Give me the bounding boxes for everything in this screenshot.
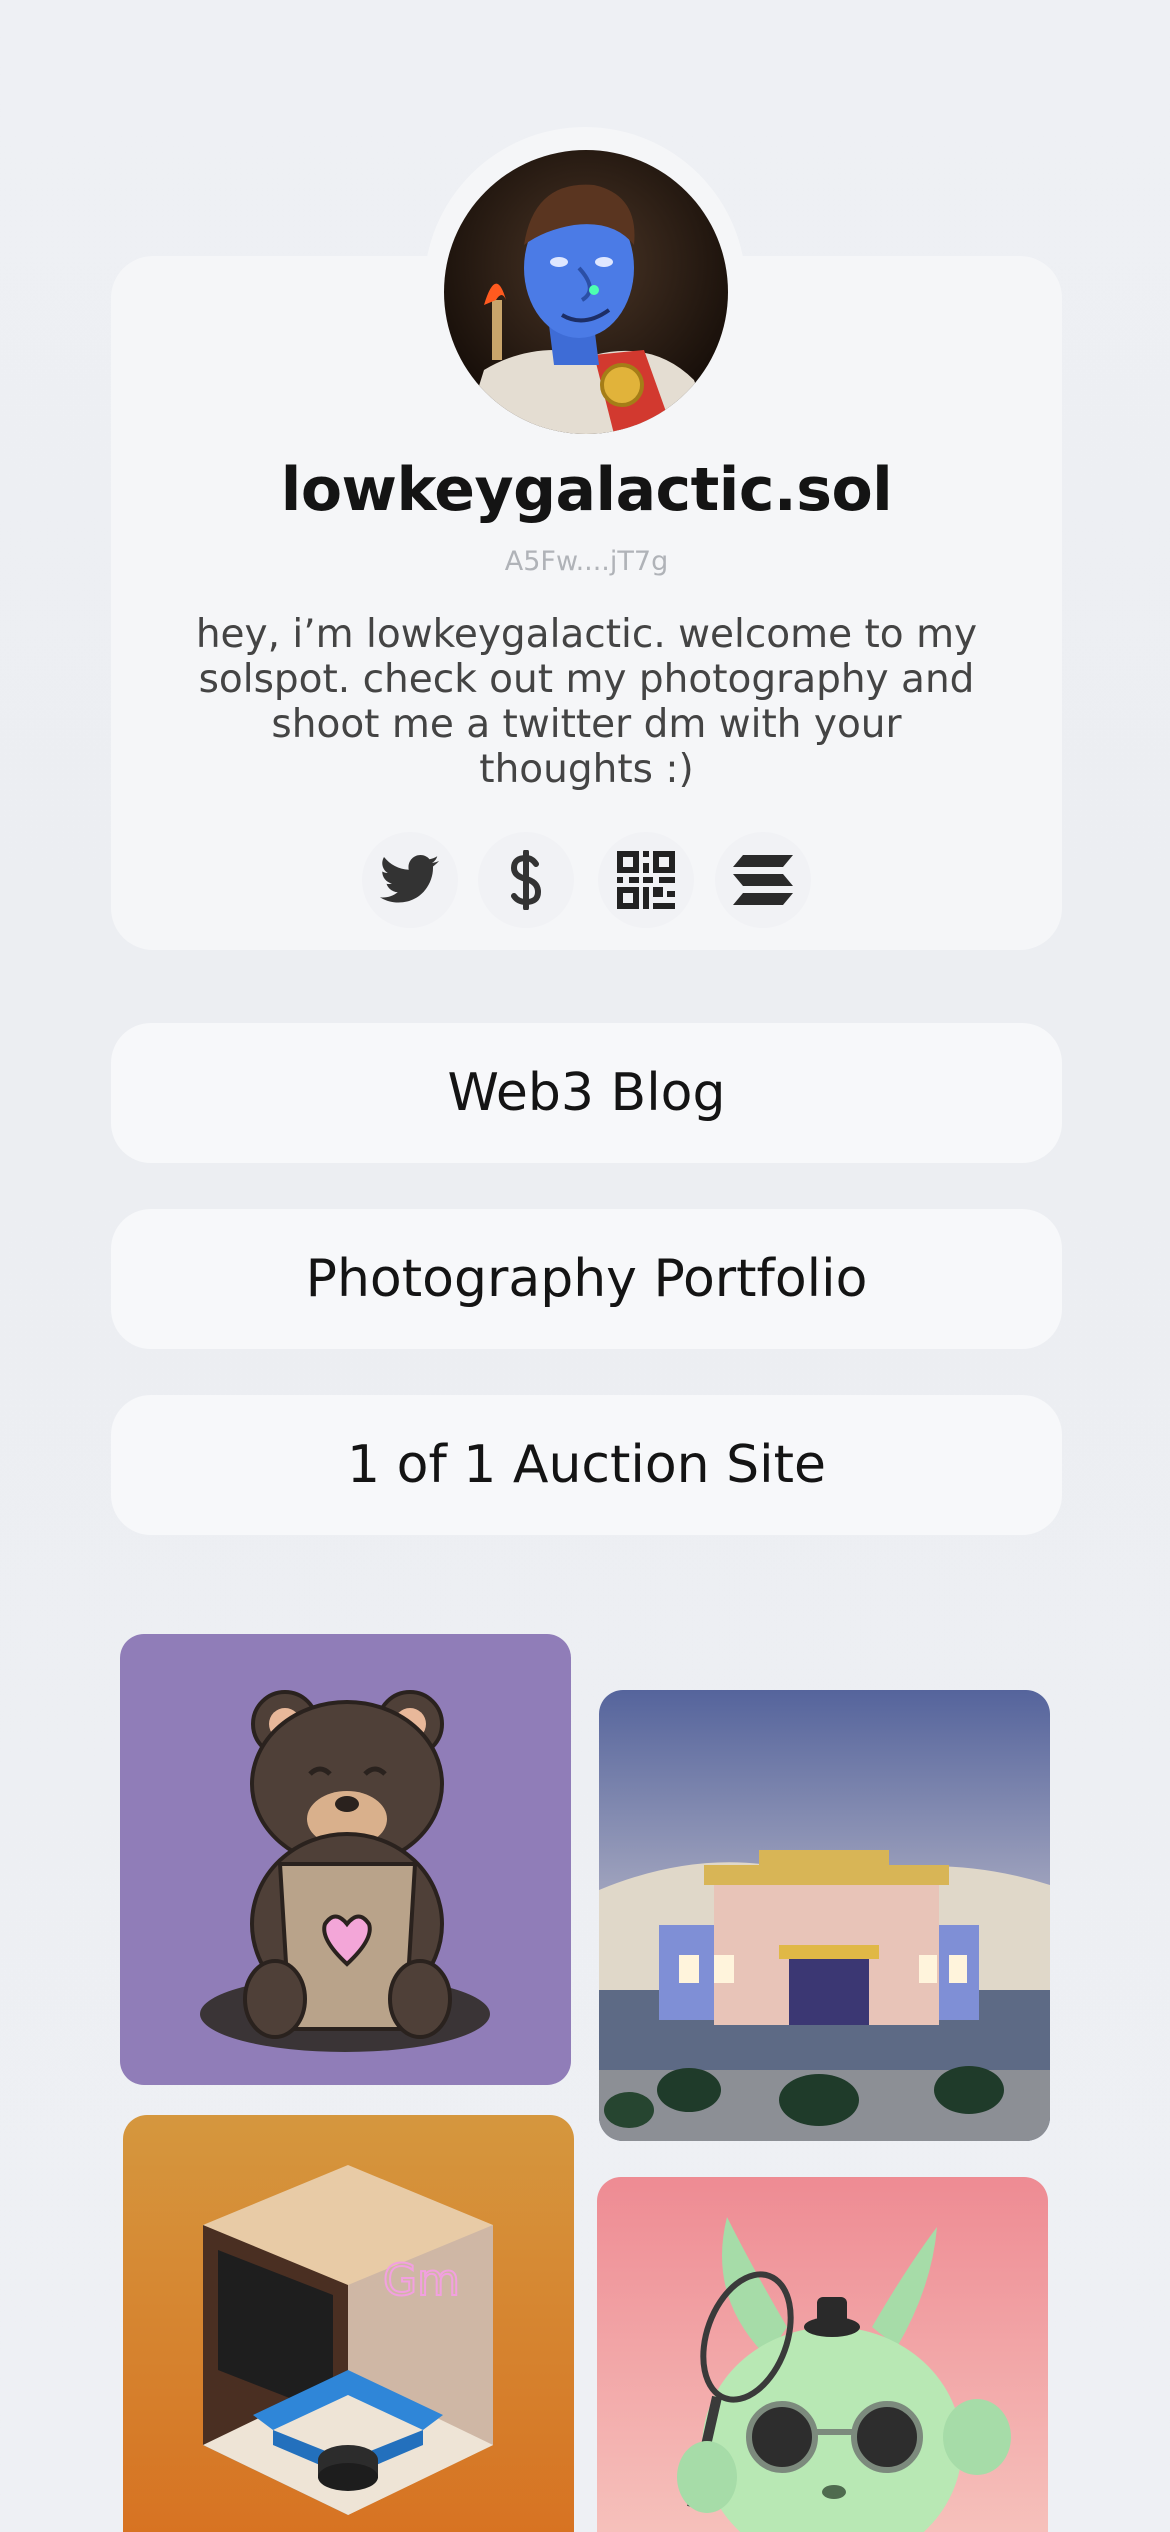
twitter-button[interactable] xyxy=(362,832,458,928)
bio-text: hey, i’m lowkeygalactic. welcome to my s… xyxy=(195,612,978,792)
qr-code-icon xyxy=(617,851,675,909)
avatar-image xyxy=(444,150,728,434)
link-label: 1 of 1 Auction Site xyxy=(347,1435,826,1495)
link-label: Web3 Blog xyxy=(447,1063,726,1123)
link-web3-blog-button[interactable]: Web3 Blog xyxy=(111,1023,1062,1163)
link-photography-portfolio-button[interactable]: Photography Portfolio xyxy=(111,1209,1062,1349)
username: lowkeygalactic.sol xyxy=(280,455,893,525)
link-auction-site-button[interactable]: 1 of 1 Auction Site xyxy=(111,1395,1062,1535)
green-rabbit-image xyxy=(597,2177,1048,2532)
link-label: Photography Portfolio xyxy=(305,1249,868,1309)
gallery-item-teddy-bear[interactable] xyxy=(120,1634,571,2085)
gallery-item-green-rabbit[interactable] xyxy=(597,2177,1048,2532)
social-links xyxy=(0,832,1170,928)
dollar-sign-icon xyxy=(510,850,542,910)
avatar[interactable] xyxy=(444,150,728,434)
isometric-room-image: Gm xyxy=(123,2115,574,2532)
wallet-address[interactable]: A5Fw....jT7g xyxy=(111,546,1062,577)
solana-logo-icon xyxy=(733,855,793,905)
svg-text:Gm: Gm xyxy=(383,2255,460,2306)
solana-button[interactable] xyxy=(715,832,811,928)
tip-button[interactable] xyxy=(478,832,574,928)
desert-building-image xyxy=(599,1690,1050,2141)
teddy-bear-image xyxy=(120,1634,571,2085)
qr-code-button[interactable] xyxy=(598,832,694,928)
gallery-item-isometric-room[interactable]: Gm xyxy=(123,2115,574,2532)
gallery-item-desert-building[interactable] xyxy=(599,1690,1050,2141)
twitter-bird-icon xyxy=(380,855,439,903)
